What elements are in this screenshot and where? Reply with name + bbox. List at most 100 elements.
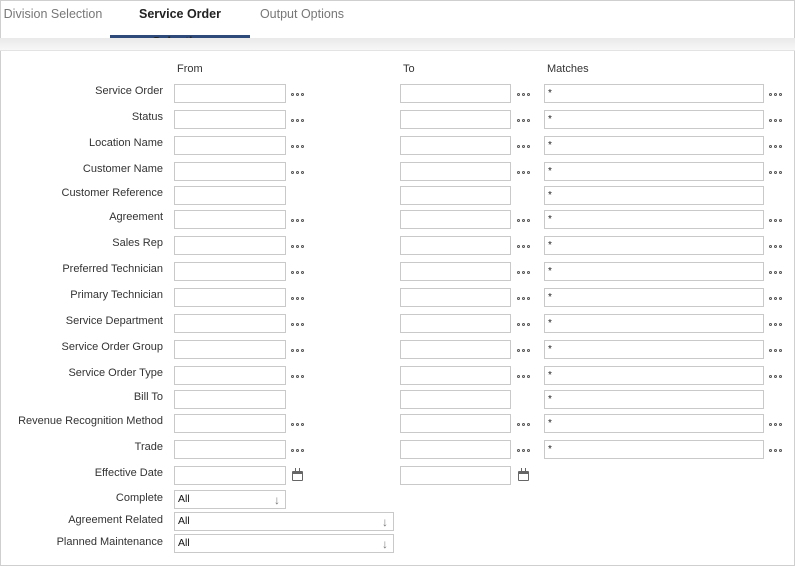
location-name-from-lookup-icon[interactable] [291, 142, 305, 150]
service-order-group-from-input[interactable] [174, 340, 286, 359]
agreement-from-input[interactable] [174, 210, 286, 229]
sales-rep-from-lookup-icon[interactable] [291, 242, 305, 250]
customer-name-to-lookup-icon[interactable] [517, 168, 531, 176]
primary-technician-from-input[interactable] [174, 288, 286, 307]
revenue-recognition-method-to-input[interactable] [400, 414, 511, 433]
service-order-to-input[interactable] [400, 84, 511, 103]
trade-matches-lookup-icon[interactable] [769, 446, 783, 454]
service-order-from-lookup-icon[interactable] [291, 90, 305, 98]
planned-maintenance-select-value: All [178, 537, 190, 549]
service-order-matches-input[interactable]: * [544, 84, 764, 103]
effective-date-to-input[interactable] [400, 466, 511, 485]
agreement-related-select[interactable]: All ↓ [174, 512, 394, 531]
status-matches-input[interactable]: * [544, 110, 764, 129]
service-order-group-from-lookup-icon[interactable] [291, 346, 305, 354]
service-order-type-matches-lookup-icon[interactable] [769, 372, 783, 380]
agreement-to-input[interactable] [400, 210, 511, 229]
service-order-type-to-lookup-icon[interactable] [517, 372, 531, 380]
service-order-group-to-lookup-icon[interactable] [517, 346, 531, 354]
tab-service-order-selection[interactable]: Service Order Selection [110, 0, 250, 49]
revenue-recognition-method-from-lookup-icon[interactable] [291, 420, 305, 428]
service-department-matches-input[interactable]: * [544, 314, 764, 333]
preferred-technician-to-input[interactable] [400, 262, 511, 281]
primary-technician-matches-input[interactable]: * [544, 288, 764, 307]
trade-from-lookup-icon[interactable] [291, 446, 305, 454]
status-matches-lookup-icon[interactable] [769, 116, 783, 124]
effective-date-to-calendar-icon[interactable] [518, 468, 529, 481]
label-effective-date: Effective Date [94, 467, 163, 479]
trade-matches-input[interactable]: * [544, 440, 764, 459]
bill-to-from-input[interactable] [174, 390, 286, 409]
trade-from-input[interactable] [174, 440, 286, 459]
location-name-matches-input[interactable]: * [544, 136, 764, 155]
preferred-technician-from-input[interactable] [174, 262, 286, 281]
label-service-order: Service Order [95, 85, 163, 97]
primary-technician-to-input[interactable] [400, 288, 511, 307]
customer-reference-matches-input[interactable]: * [544, 186, 764, 205]
sales-rep-matches-lookup-icon[interactable] [769, 242, 783, 250]
status-to-lookup-icon[interactable] [517, 116, 531, 124]
service-department-from-lookup-icon[interactable] [291, 320, 305, 328]
service-department-to-input[interactable] [400, 314, 511, 333]
service-order-from-input[interactable] [174, 84, 286, 103]
service-order-type-to-input[interactable] [400, 366, 511, 385]
revenue-recognition-method-matches-lookup-icon[interactable] [769, 420, 783, 428]
preferred-technician-matches-input[interactable]: * [544, 262, 764, 281]
revenue-recognition-method-matches-input[interactable]: * [544, 414, 764, 433]
status-from-lookup-icon[interactable] [291, 116, 305, 124]
sales-rep-to-input[interactable] [400, 236, 511, 255]
service-order-group-to-input[interactable] [400, 340, 511, 359]
agreement-to-lookup-icon[interactable] [517, 216, 531, 224]
revenue-recognition-method-to-lookup-icon[interactable] [517, 420, 531, 428]
preferred-technician-from-lookup-icon[interactable] [291, 268, 305, 276]
customer-reference-to-input[interactable] [400, 186, 511, 205]
customer-name-matches-lookup-icon[interactable] [769, 168, 783, 176]
agreement-matches-input[interactable]: * [544, 210, 764, 229]
tab-division-selection[interactable]: Division Selection [0, 0, 106, 38]
trade-to-lookup-icon[interactable] [517, 446, 531, 454]
label-agreement: Agreement [109, 211, 163, 223]
service-department-to-lookup-icon[interactable] [517, 320, 531, 328]
trade-to-input[interactable] [400, 440, 511, 459]
customer-name-matches-input[interactable]: * [544, 162, 764, 181]
location-name-to-lookup-icon[interactable] [517, 142, 531, 150]
sales-rep-from-input[interactable] [174, 236, 286, 255]
agreement-matches-lookup-icon[interactable] [769, 216, 783, 224]
service-order-type-from-input[interactable] [174, 366, 286, 385]
tab-output-options[interactable]: Output Options [256, 0, 348, 38]
service-department-from-input[interactable] [174, 314, 286, 333]
agreement-from-lookup-icon[interactable] [291, 216, 305, 224]
location-name-to-input[interactable] [400, 136, 511, 155]
service-order-group-matches-input[interactable]: * [544, 340, 764, 359]
label-customer-reference: Customer Reference [61, 187, 164, 199]
status-from-input[interactable] [174, 110, 286, 129]
status-to-input[interactable] [400, 110, 511, 129]
primary-technician-from-lookup-icon[interactable] [291, 294, 305, 302]
sales-rep-to-lookup-icon[interactable] [517, 242, 531, 250]
effective-date-from-input[interactable] [174, 466, 286, 485]
service-order-type-from-lookup-icon[interactable] [291, 372, 305, 380]
primary-technician-to-lookup-icon[interactable] [517, 294, 531, 302]
location-name-from-input[interactable] [174, 136, 286, 155]
customer-name-from-input[interactable] [174, 162, 286, 181]
sales-rep-matches-input[interactable]: * [544, 236, 764, 255]
primary-technician-matches-lookup-icon[interactable] [769, 294, 783, 302]
planned-maintenance-select[interactable]: All ↓ [174, 534, 394, 553]
bill-to-matches-input[interactable]: * [544, 390, 764, 409]
location-name-matches-lookup-icon[interactable] [769, 142, 783, 150]
service-order-group-matches-lookup-icon[interactable] [769, 346, 783, 354]
preferred-technician-matches-lookup-icon[interactable] [769, 268, 783, 276]
service-order-matches-lookup-icon[interactable] [769, 90, 783, 98]
service-order-type-matches-input[interactable]: * [544, 366, 764, 385]
customer-reference-from-input[interactable] [174, 186, 286, 205]
preferred-technician-to-lookup-icon[interactable] [517, 268, 531, 276]
customer-name-to-input[interactable] [400, 162, 511, 181]
customer-name-from-lookup-icon[interactable] [291, 168, 305, 176]
agreement-related-select-value: All [178, 515, 190, 527]
complete-select[interactable]: All ↓ [174, 490, 286, 509]
bill-to-to-input[interactable] [400, 390, 511, 409]
effective-date-from-calendar-icon[interactable] [292, 468, 303, 481]
revenue-recognition-method-from-input[interactable] [174, 414, 286, 433]
service-department-matches-lookup-icon[interactable] [769, 320, 783, 328]
service-order-to-lookup-icon[interactable] [517, 90, 531, 98]
